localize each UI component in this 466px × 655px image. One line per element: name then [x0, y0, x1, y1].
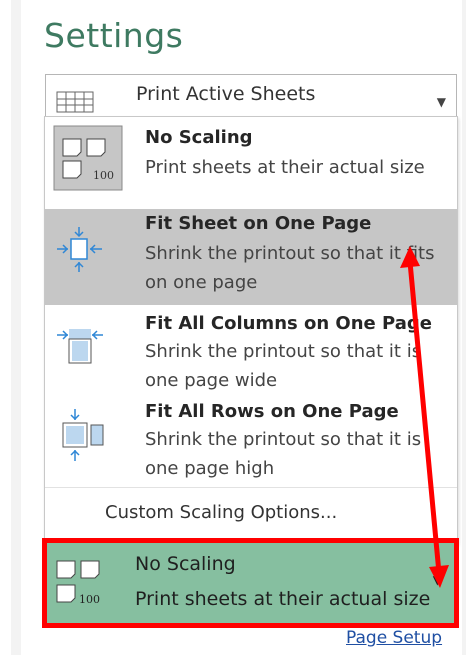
- selected-scaling-title: No Scaling: [135, 553, 236, 575]
- fit-columns-title: Fit All Columns on One Page: [145, 313, 432, 334]
- custom-scaling-options[interactable]: Custom Scaling Options...: [105, 502, 337, 523]
- menu-item-no-scaling[interactable]: 100 No Scaling Print sheets at their act…: [45, 117, 457, 203]
- selected-scaling-desc: Print sheets at their actual size: [135, 588, 431, 610]
- fit-rows-icon: [62, 409, 104, 461]
- sheet-grid-icon: [56, 91, 94, 113]
- fit-sheet-title: Fit Sheet on One Page: [145, 213, 372, 234]
- print-what-dropdown[interactable]: Print Active Sheets ▼: [45, 74, 457, 118]
- chevron-down-icon[interactable]: ▼: [437, 95, 446, 109]
- window-frame-left: [11, 0, 21, 655]
- scaling-dropdown-selected[interactable]: 100 No Scaling Print sheets at their act…: [42, 538, 459, 628]
- page-setup-link[interactable]: Page Setup: [346, 628, 442, 648]
- menu-item-fit-all-columns[interactable]: Fit All Columns on One Page Shrink the p…: [45, 311, 457, 395]
- no-scaling-badge: 100: [93, 169, 114, 182]
- print-what-label: Print Active Sheets: [136, 83, 316, 105]
- fit-sheet-desc: Shrink the printout so that it fits on o…: [145, 243, 435, 293]
- page-title: Settings: [44, 16, 184, 55]
- no-scaling-title: No Scaling: [145, 127, 253, 148]
- fit-rows-title: Fit All Rows on One Page: [145, 401, 399, 422]
- window-frame-right: [462, 0, 466, 655]
- fit-sheet-icon: [57, 227, 102, 272]
- fit-columns-desc: Shrink the printout so that it is one pa…: [145, 341, 422, 391]
- scaling-menu: 100 No Scaling Print sheets at their act…: [44, 116, 458, 544]
- menu-item-fit-all-rows[interactable]: Fit All Rows on One Page Shrink the prin…: [45, 399, 457, 487]
- no-scaling-desc: Print sheets at their actual size: [145, 157, 425, 178]
- menu-divider: [45, 487, 457, 488]
- menu-item-fit-sheet-one-page[interactable]: Fit Sheet on One Page Shrink the printou…: [45, 209, 457, 305]
- fit-columns-icon: [57, 329, 103, 364]
- selected-badge: 100: [79, 593, 100, 606]
- chevron-down-icon[interactable]: ▼: [433, 573, 442, 587]
- fit-rows-desc: Shrink the printout so that it is one pa…: [145, 429, 422, 479]
